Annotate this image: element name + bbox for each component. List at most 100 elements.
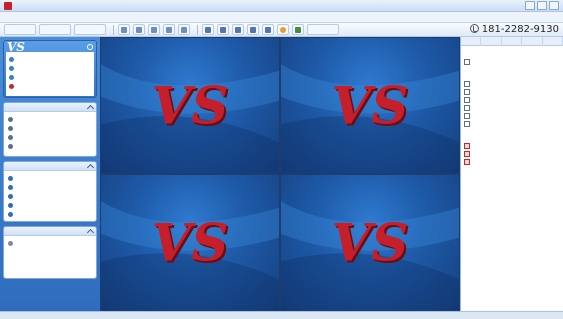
video-tile[interactable]: VS VS	[281, 175, 459, 310]
toolbar-button[interactable]	[118, 24, 130, 35]
tree-node[interactable]	[464, 58, 560, 66]
toolbar-button[interactable]	[277, 24, 289, 35]
toolbar-button[interactable]	[232, 24, 244, 35]
tree-node-label	[473, 105, 560, 111]
close-button[interactable]	[549, 1, 559, 10]
menu-item[interactable]	[126, 13, 146, 21]
list-item[interactable]	[8, 133, 92, 141]
vs-logo-icon: VSVS	[281, 201, 459, 310]
toolbar-button[interactable]	[217, 24, 229, 35]
list-item[interactable]	[8, 124, 92, 132]
gear-icon[interactable]	[87, 43, 93, 50]
sidebar-panel	[3, 161, 97, 222]
tree-node[interactable]	[464, 88, 560, 96]
right-panel-tabs	[461, 37, 563, 46]
list-item-label	[17, 83, 91, 89]
phone-icon	[469, 24, 479, 33]
list-item[interactable]	[8, 183, 92, 191]
menu-item[interactable]	[6, 13, 26, 21]
toolbar-button[interactable]	[74, 24, 106, 35]
chevron-up-icon[interactable]	[86, 163, 95, 171]
phone-number-text: 181-2282-9130	[481, 24, 559, 35]
tree-node[interactable]	[464, 112, 560, 120]
tab[interactable]	[481, 37, 502, 46]
phone-number: 181-2282-9130	[469, 24, 559, 35]
chevron-up-icon[interactable]	[86, 228, 95, 236]
panel-header[interactable]	[4, 227, 96, 236]
tree-node[interactable]	[464, 96, 560, 104]
table-row	[464, 158, 560, 166]
minimize-button[interactable]	[525, 1, 535, 10]
toolbar-button[interactable]	[292, 24, 304, 35]
row-value	[542, 143, 560, 149]
toolbar-button[interactable]	[307, 24, 339, 35]
checkbox[interactable]	[464, 105, 470, 111]
checkbox[interactable]	[464, 97, 470, 103]
toolbar-button[interactable]	[4, 24, 36, 35]
toolbar-button[interactable]	[148, 24, 160, 35]
link-icon	[9, 83, 14, 89]
svg-text:VS: VS	[151, 76, 228, 136]
list-item[interactable]	[9, 55, 91, 63]
link-icon	[9, 74, 14, 80]
chevron-up-icon[interactable]	[86, 104, 95, 112]
panel-title	[7, 229, 37, 234]
list-item-label	[16, 240, 92, 246]
list-item-label	[8, 267, 92, 273]
toolbar-button[interactable]	[178, 24, 190, 35]
tab[interactable]	[502, 37, 523, 46]
tab[interactable]	[461, 37, 482, 46]
menu-item[interactable]	[102, 13, 122, 21]
maximize-button[interactable]	[537, 1, 547, 10]
toolbar-button[interactable]	[133, 24, 145, 35]
camera-icon	[8, 143, 13, 149]
grid-icon	[220, 27, 226, 33]
toolbar-button[interactable]	[39, 24, 71, 35]
video-tile[interactable]: VS VS	[101, 38, 279, 173]
camera-icon	[8, 116, 13, 122]
tab[interactable]	[522, 37, 543, 46]
list-item[interactable]	[8, 142, 92, 150]
panel-header[interactable]	[4, 162, 96, 171]
camera-icon	[8, 134, 13, 140]
list-item[interactable]	[9, 64, 91, 72]
tree-node[interactable]	[464, 120, 560, 128]
panel-header[interactable]	[4, 103, 96, 112]
toolbar-button[interactable]	[202, 24, 214, 35]
folder-icon	[8, 193, 13, 199]
checkbox[interactable]	[464, 59, 470, 65]
menu-item[interactable]	[54, 13, 74, 21]
menu-item[interactable]	[30, 13, 50, 21]
svg-text:VS: VS	[151, 213, 228, 273]
checkbox[interactable]	[464, 121, 470, 127]
left-sidebar: VS	[0, 37, 100, 311]
menu-bar	[0, 12, 563, 23]
list-item[interactable]	[9, 73, 91, 81]
list-item[interactable]	[8, 174, 92, 182]
list-item-label	[16, 211, 92, 217]
layout-icon	[121, 27, 127, 33]
video-tile[interactable]: VS VS	[281, 38, 459, 173]
list-item[interactable]	[8, 201, 92, 209]
checkbox[interactable]	[464, 113, 470, 119]
list-item[interactable]	[8, 210, 92, 218]
video-tile[interactable]: VS VS	[101, 175, 279, 310]
checkbox[interactable]	[464, 81, 470, 87]
toolbar-button[interactable]	[262, 24, 274, 35]
grid-icon	[205, 27, 211, 33]
toolbar-button[interactable]	[247, 24, 259, 35]
list-item[interactable]	[8, 192, 92, 200]
table-row	[464, 150, 560, 158]
menu-item[interactable]	[78, 13, 98, 21]
list-item[interactable]	[9, 82, 91, 90]
tree-node[interactable]	[464, 80, 560, 88]
checkbox[interactable]	[464, 89, 470, 95]
toolbar-separator	[113, 24, 114, 35]
tree-node[interactable]	[464, 104, 560, 112]
panel-title	[7, 105, 37, 110]
layout-icon	[166, 27, 172, 33]
tab[interactable]	[543, 37, 563, 46]
toolbar-button[interactable]	[163, 24, 175, 35]
list-item[interactable]	[8, 115, 92, 123]
list-item-label	[16, 175, 92, 181]
